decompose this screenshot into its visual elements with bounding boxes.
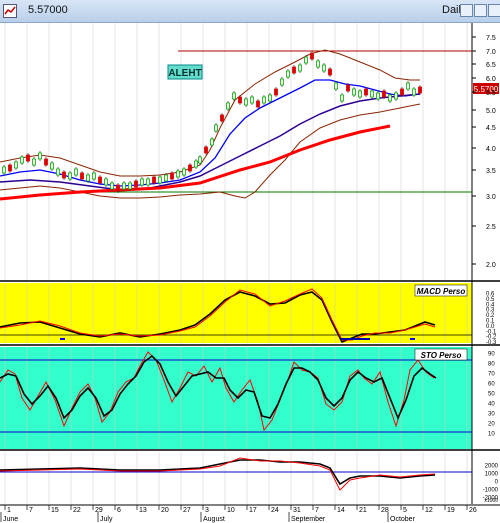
day-tick-label: 29 — [95, 507, 103, 514]
volume-tick-label: -1000 — [483, 488, 499, 494]
stock-chart[interactable]: ALEHT 5.5700 7.57.06.56.05.55.04.54.03.5… — [0, 0, 500, 523]
day-tick-label: 6 — [117, 507, 121, 514]
time-axis: 1 7 15 22 29 6 13 20 27 3 10 17 24 31 7 14 21 28 5 12 19 26Ju… — [0, 505, 477, 523]
day-tick-label: 7 — [29, 507, 33, 514]
volume-multiplier-label: x1000 — [484, 498, 498, 504]
sto-axis: 90 80 70 60 50 40 30 20 10 — [488, 352, 495, 438]
day-tick-label: 20 — [161, 507, 169, 514]
month-label: July — [100, 516, 113, 523]
sto-title: STO Perso — [414, 348, 468, 361]
price-tick-label: 5.5 — [486, 90, 496, 97]
day-tick-label: 12 — [425, 507, 433, 514]
price-tick-label: 7.0 — [486, 49, 496, 56]
price-tick-label: 4.5 — [486, 125, 496, 132]
month-label: August — [203, 516, 225, 523]
sto-tick-label: 40 — [488, 402, 495, 408]
day-tick-label: 5 — [403, 507, 407, 514]
day-tick-label: 3 — [205, 507, 209, 514]
macd-title: MACD Perso — [414, 284, 468, 297]
day-tick-label: 15 — [51, 507, 59, 514]
chart-window: 5.57000 Daily ALEHT 5.5700 7.5 7.0 6.5 6… — [0, 0, 500, 523]
day-tick-label: 27 — [183, 507, 191, 514]
day-tick-label: 1 — [7, 507, 11, 514]
sto-tick-label: 10 — [488, 432, 495, 438]
sto-tick-label: 80 — [488, 362, 495, 368]
price-tick-label: 3.5 — [486, 168, 496, 175]
day-tick-label: 10 — [227, 507, 235, 514]
sto-tick-label: 70 — [488, 372, 495, 378]
macd-title-text: MACD Perso — [417, 287, 466, 296]
price-tick-label: 3.0 — [486, 194, 496, 201]
month-label: June — [3, 516, 18, 523]
day-tick-label: 19 — [447, 507, 455, 514]
price-tick-label: 7.5 — [486, 35, 496, 42]
sto-title-text: STO Perso — [421, 351, 462, 360]
price-tick-label: 4.0 — [486, 146, 496, 153]
day-tick-label: 7 — [315, 507, 319, 514]
day-tick-label: 24 — [271, 507, 279, 514]
volume-tick-label: 2000 — [485, 464, 499, 470]
macd-tick-label: -0.3 — [486, 340, 497, 346]
month-label: September — [291, 516, 326, 523]
day-tick-label: 31 — [293, 507, 301, 514]
day-tick-label: 22 — [73, 507, 81, 514]
volume-tick-label: 1000 — [485, 472, 499, 478]
price-tick-label: 2.5 — [486, 224, 496, 231]
sto-tick-label: 50 — [488, 392, 495, 398]
ticker-label: ALEHT — [167, 64, 203, 80]
day-tick-label: 21 — [359, 507, 367, 514]
day-tick-label: 13 — [139, 507, 147, 514]
ticker-text: ALEHT — [168, 68, 201, 79]
sto-tick-label: 90 — [488, 352, 495, 358]
price-tick-label: 2.0 — [486, 262, 496, 269]
day-tick-label: 17 — [249, 507, 257, 514]
price-tick-label: 5.0 — [486, 108, 496, 115]
sto-tick-label: 60 — [488, 382, 495, 388]
price-tick-label: 6.0 — [486, 76, 496, 83]
sto-tick-label: 20 — [488, 422, 495, 428]
day-tick-label: 14 — [337, 507, 345, 514]
sto-tick-label: 30 — [488, 412, 495, 418]
price-tick-label: 6.5 — [486, 62, 496, 69]
month-label: October — [390, 516, 416, 523]
day-tick-label: 26 — [469, 507, 477, 514]
